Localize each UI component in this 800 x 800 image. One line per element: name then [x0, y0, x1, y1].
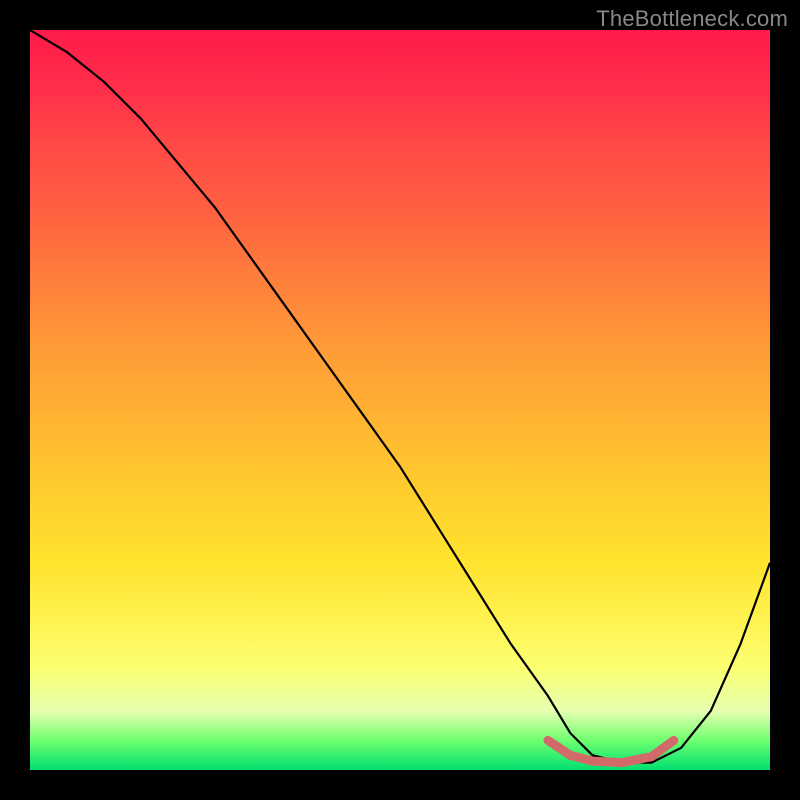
plot-area — [30, 30, 770, 770]
curve-layer — [30, 30, 770, 770]
chart-frame: TheBottleneck.com — [0, 0, 800, 800]
bottleneck-curve — [30, 30, 770, 763]
optimal-band — [548, 740, 674, 762]
watermark-text: TheBottleneck.com — [596, 6, 788, 32]
